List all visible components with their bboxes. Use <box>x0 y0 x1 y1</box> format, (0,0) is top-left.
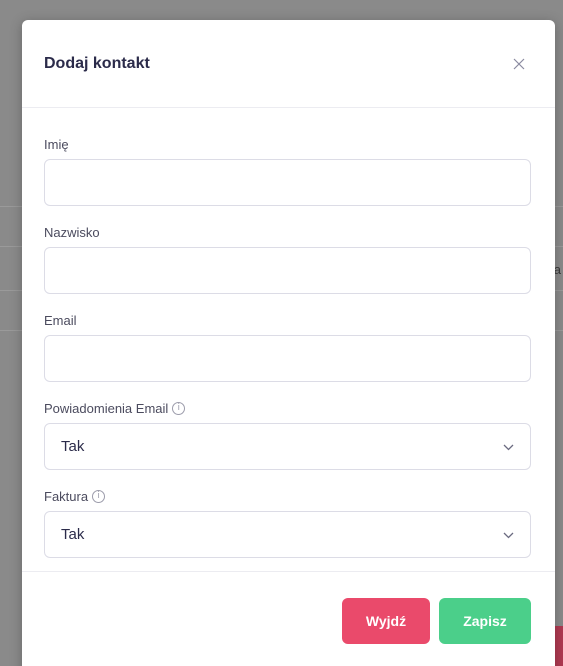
last-name-label-text: Nazwisko <box>44 224 100 240</box>
invoice-label: Faktura i <box>44 486 532 506</box>
modal-header: Dodaj kontakt <box>22 20 555 108</box>
first-name-label-text: Imię <box>44 136 69 152</box>
first-name-field: Imię <box>44 134 532 206</box>
modal-body: Imię Nazwisko Email Powiadomienia Email … <box>22 108 555 558</box>
email-label: Email <box>44 310 532 330</box>
email-field: Email <box>44 310 532 382</box>
exit-button[interactable]: Wyjdź <box>342 598 430 644</box>
email-notifications-label: Powiadomienia Email i <box>44 398 532 418</box>
last-name-input[interactable] <box>44 247 531 294</box>
close-icon[interactable] <box>509 54 529 74</box>
email-input[interactable] <box>44 335 531 382</box>
last-name-label: Nazwisko <box>44 222 532 242</box>
invoice-select[interactable]: Tak <box>44 511 531 558</box>
invoice-label-text: Faktura <box>44 488 89 504</box>
last-name-field: Nazwisko <box>44 222 532 294</box>
email-notifications-value: Tak <box>61 438 85 455</box>
modal-title: Dodaj kontakt <box>44 54 150 72</box>
chevron-down-icon <box>503 526 514 544</box>
email-notifications-select[interactable]: Tak <box>44 423 531 470</box>
email-label-text: Email <box>44 312 77 328</box>
info-icon[interactable]: i <box>92 489 106 503</box>
modal-footer: Wyjdź Zapisz <box>342 598 531 644</box>
backdrop-button-fragment <box>555 626 563 666</box>
add-contact-modal: Dodaj kontakt Imię Nazwisko Email Powiad… <box>22 20 555 666</box>
email-notifications-field: Powiadomienia Email i Tak <box>44 398 532 470</box>
footer-divider <box>22 571 555 572</box>
email-notifications-label-text: Powiadomienia Email <box>44 400 169 416</box>
invoice-field: Faktura i Tak <box>44 486 532 558</box>
first-name-label: Imię <box>44 134 532 154</box>
first-name-input[interactable] <box>44 159 531 206</box>
info-icon[interactable]: i <box>172 401 186 415</box>
chevron-down-icon <box>503 438 514 456</box>
invoice-value: Tak <box>61 526 85 543</box>
save-button[interactable]: Zapisz <box>439 598 531 644</box>
